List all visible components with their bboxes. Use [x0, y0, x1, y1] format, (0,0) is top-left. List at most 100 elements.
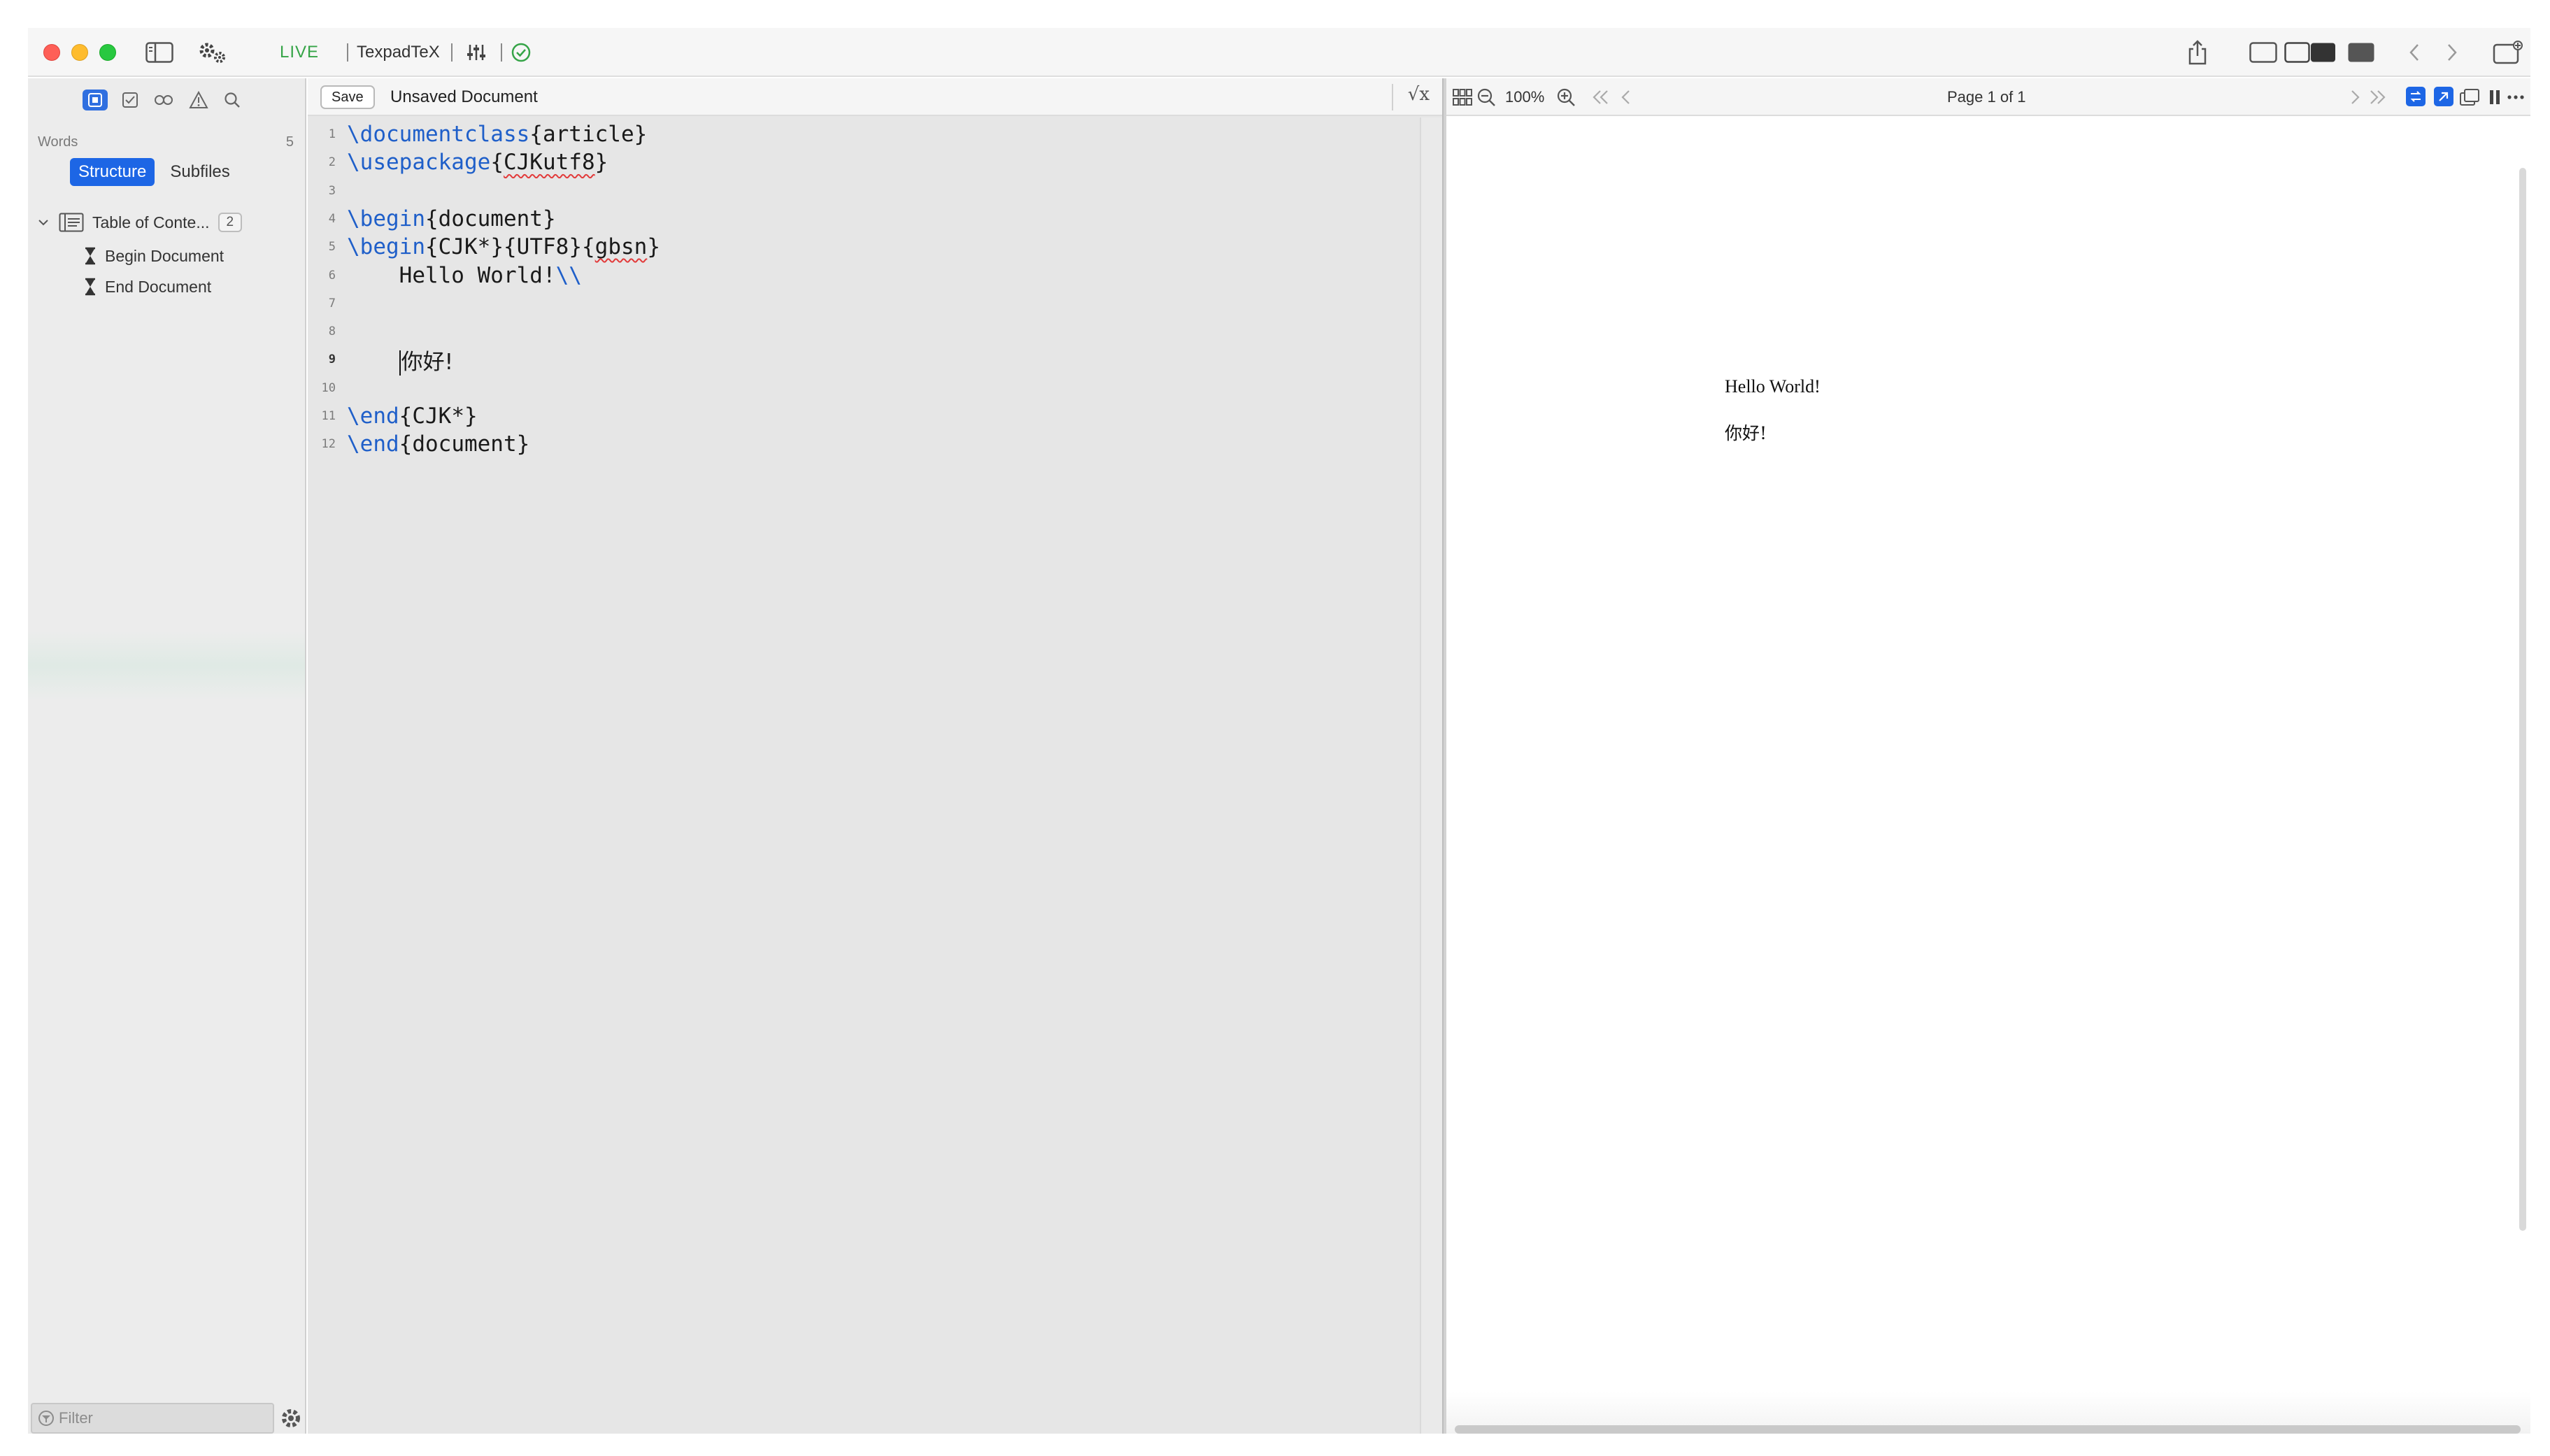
code-line[interactable]: 8 — [308, 317, 1420, 345]
zoom-in-button[interactable] — [1554, 85, 1578, 109]
popout-preview-button[interactable] — [2458, 85, 2481, 109]
code-line[interactable]: 10 — [308, 374, 1420, 402]
hourglass-icon — [85, 278, 95, 296]
jump-to-source-button[interactable] — [2434, 87, 2453, 106]
warning-icon — [189, 91, 208, 108]
todo-icon — [122, 92, 138, 108]
code-text: 你好! — [347, 344, 453, 376]
more-button[interactable] — [2504, 85, 2528, 109]
search-icon — [225, 92, 240, 108]
code-line[interactable]: 12 \end{document} — [308, 430, 1420, 458]
code-line[interactable]: 6 Hello World!\\ — [308, 262, 1420, 290]
line-number: 11 — [321, 409, 336, 423]
next-page-button[interactable] — [2343, 85, 2367, 109]
prev-page-icon — [1621, 90, 1630, 104]
code-line[interactable]: 11 \end{CJK*} — [308, 402, 1420, 430]
new-window-button[interactable] — [2493, 28, 2523, 77]
code-line[interactable]: 3 — [308, 177, 1420, 205]
tree-item-begin-document[interactable]: Begin Document — [84, 242, 224, 270]
first-page-icon — [1593, 90, 1608, 104]
search-tab[interactable] — [220, 90, 245, 110]
tree-item-label: End Document — [105, 277, 212, 296]
zoom-in-icon — [1557, 88, 1575, 106]
code-area[interactable]: 1 \documentclass{article} 2 \usepackage{CJK… — [308, 117, 1420, 1434]
line-number: 2 — [328, 155, 336, 170]
words-label: Words — [38, 134, 78, 150]
sidebar-segmented-control: Structure Subfiles — [70, 158, 238, 186]
jump-icon — [2439, 92, 2449, 101]
todo-tab[interactable] — [117, 90, 143, 110]
prev-page-button[interactable] — [1614, 85, 1638, 109]
math-input-button[interactable]: √x — [1408, 84, 1430, 105]
tree-root-label: Table of Conte... — [92, 213, 210, 231]
live-indicator[interactable]: LIVE — [280, 28, 319, 77]
text-cursor — [399, 350, 401, 376]
thumbnails-button[interactable] — [1451, 85, 1474, 109]
filter-field[interactable]: Filter — [31, 1403, 274, 1434]
close-icon[interactable] — [43, 44, 60, 61]
line-number: 3 — [328, 183, 336, 198]
zoom-level: 100% — [1505, 88, 1545, 106]
share-button[interactable] — [2186, 28, 2209, 77]
line-number: 6 — [328, 268, 336, 283]
last-page-button[interactable] — [2365, 85, 2389, 109]
app-window: LIVE TexpadTeX Words 5 Structure Subfile… — [28, 28, 2530, 1434]
tree-item-end-document[interactable]: End Document — [84, 273, 211, 301]
line-number: 8 — [328, 324, 336, 339]
layout-editor-button[interactable] — [2249, 28, 2277, 77]
tab-structure[interactable]: Structure — [70, 158, 155, 186]
filter-icon — [38, 1411, 54, 1426]
code-text: \begin{document} — [347, 206, 556, 231]
code-line[interactable]: 5 \begin{CJK*}{UTF8}{gbsn} — [308, 233, 1420, 261]
typeset-settings-button[interactable] — [197, 28, 228, 77]
chevron-down-icon[interactable] — [36, 215, 50, 229]
document-title: Unsaved Document — [390, 87, 538, 106]
code-line[interactable]: 1 \documentclass{article} — [308, 120, 1420, 148]
back-button[interactable] — [2407, 28, 2421, 77]
sync-icon — [2410, 91, 2421, 102]
tree-root-toc[interactable]: Table of Conte... 2 — [36, 208, 243, 236]
forward-button[interactable] — [2445, 28, 2459, 77]
zoom-out-icon — [1477, 88, 1495, 106]
toolbar-separator — [1392, 84, 1393, 110]
zoom-out-button[interactable] — [1474, 85, 1498, 109]
save-button[interactable]: Save — [320, 85, 375, 109]
layout-split-button[interactable] — [2284, 28, 2337, 77]
issues-tab[interactable] — [186, 90, 211, 110]
pause-typeset-button[interactable] — [2483, 85, 2507, 109]
code-line[interactable]: 2 \usepackage{CJKutf8} — [308, 148, 1420, 176]
preview-horizontal-scrollbar[interactable] — [1455, 1425, 2521, 1434]
tab-subfiles[interactable]: Subfiles — [162, 158, 238, 186]
line-number: 5 — [328, 240, 336, 255]
check-circle-icon — [511, 43, 531, 62]
sidebar-toolbar — [28, 78, 306, 122]
code-line[interactable]: 4 \begin{document} — [308, 205, 1420, 233]
typesetter-selector[interactable]: TexpadTeX — [357, 28, 440, 77]
line-number: 4 — [328, 211, 336, 226]
first-page-button[interactable] — [1589, 85, 1613, 109]
layout-editor-icon — [2249, 42, 2277, 63]
code-line[interactable]: 7 — [308, 290, 1420, 317]
pdf-preview: 100% Page 1 of 1 Hello World! 你好! — [1446, 78, 2530, 1434]
outline-tab[interactable] — [83, 90, 108, 110]
code-text: \documentclass{article} — [347, 122, 648, 147]
typeset-options-button[interactable] — [466, 28, 487, 77]
links-tab[interactable] — [151, 90, 176, 110]
sliders-icon — [467, 45, 485, 60]
toolbar-separator — [451, 43, 453, 62]
preview-vertical-scrollbar[interactable] — [2519, 168, 2526, 1231]
minimize-icon[interactable] — [71, 44, 88, 61]
sidebar: Words 5 Structure Subfiles Table of Cont… — [28, 78, 306, 1434]
editor-scroll-strip[interactable] — [1420, 117, 1442, 1434]
sidebar-toggle-icon — [145, 42, 173, 63]
preview-toolbar: 100% Page 1 of 1 — [1446, 78, 2530, 116]
sync-scroll-button[interactable] — [2406, 87, 2426, 106]
code-text: \usepackage{CJKutf8} — [347, 150, 608, 176]
code-line[interactable]: 9 你好! — [308, 344, 1420, 376]
sidebar-toggle-button[interactable] — [145, 28, 173, 77]
page-indicator: Page 1 of 1 — [1947, 88, 2026, 106]
zoom-icon[interactable] — [99, 44, 116, 61]
sidebar-settings-button[interactable] — [278, 1404, 304, 1432]
typeset-status-button[interactable] — [511, 28, 532, 77]
layout-preview-button[interactable] — [2347, 28, 2375, 77]
